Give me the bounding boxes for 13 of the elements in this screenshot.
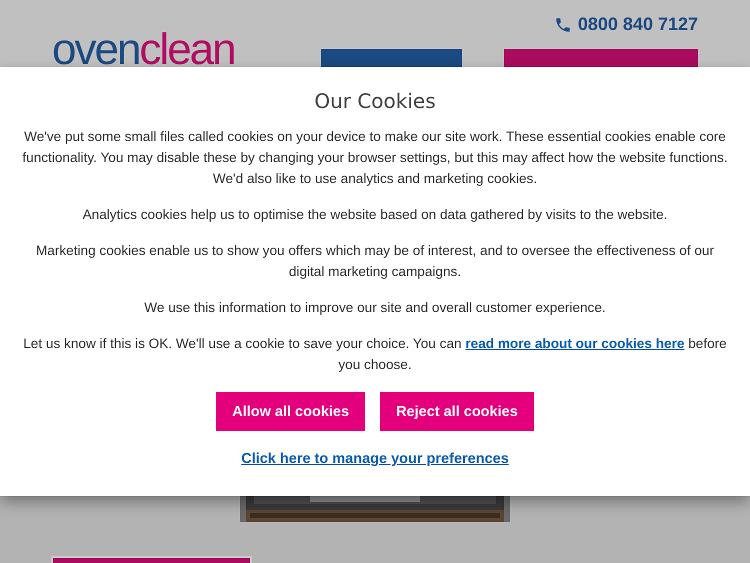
- paragraph: We use this information to improve our site and overall customer experience.: [144, 299, 606, 317]
- paragraph: Analytics cookies help us to optimise the website based on data gathered by visits to the website.: [82, 206, 668, 224]
- preferences-link[interactable]: Click here to manage your preferences: [241, 451, 509, 467]
- reject-button[interactable]: Reject all cookies: [380, 392, 534, 431]
- phone-icon: [554, 16, 572, 34]
- cookies-info-link[interactable]: read more about our cookies here: [465, 336, 684, 351]
- allow-button[interactable]: Allow all cookies: [216, 392, 366, 431]
- paragraph: We've put some small files called cookies on your device to make our site work. These essential cookies enable core functionality. You may disable these by changing your browser settings, but this may affect how the website functions. We'd also like to use analytics and marketing cookies.: [21, 128, 729, 188]
- paragraph: Marketing cookies enable us to show you offers which may be of interest, and to oversee the effectiveness of our digital marketing campaigns.: [34, 242, 716, 281]
- phone-number[interactable]: 0800 840 7127: [554, 14, 698, 35]
- action-button[interactable]: [51, 556, 252, 563]
- paragraph: Let us know if this is OK. We'll use a cookie to save your choice. You can read more about our cookies here before you choose.: [22, 335, 728, 374]
- dialog-title: Our Cookies: [314, 89, 436, 113]
